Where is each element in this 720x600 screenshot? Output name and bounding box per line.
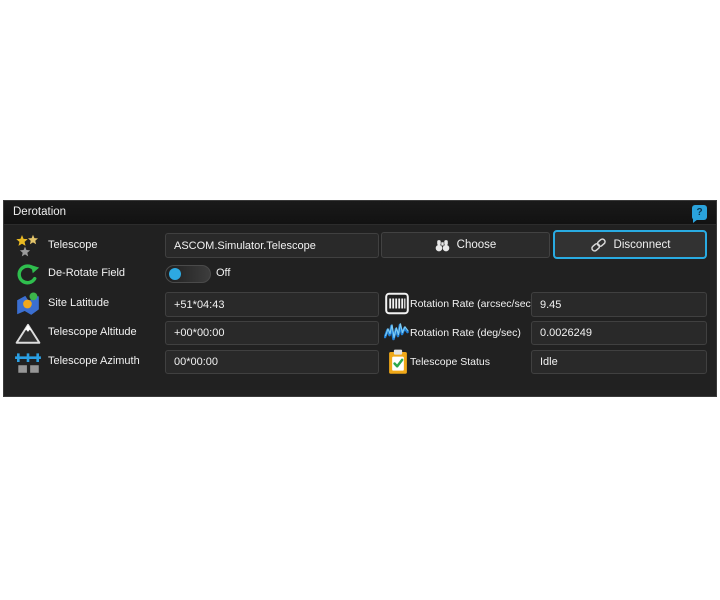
panel-title: Derotation bbox=[13, 206, 66, 218]
telescope-altitude-label: Telescope Altitude bbox=[48, 326, 137, 338]
site-latitude-field[interactable]: +51*04:43 bbox=[165, 292, 379, 317]
map-marker-icon bbox=[15, 291, 41, 317]
rotation-rate-deg-label: Rotation Rate (deg/sec) bbox=[410, 327, 521, 339]
stars-icon bbox=[14, 233, 42, 259]
derotate-field-label: De-Rotate Field bbox=[48, 267, 125, 279]
telescope-status-label: Telescope Status bbox=[410, 356, 490, 368]
rotation-rate-arcsec-field[interactable]: 9.45 bbox=[531, 292, 707, 317]
derotate-toggle[interactable] bbox=[165, 265, 211, 283]
mountain-icon bbox=[15, 321, 41, 345]
derotation-panel: Derotation ? Telescope De-Rotate Field S… bbox=[3, 200, 717, 397]
choose-button-label: Choose bbox=[457, 239, 497, 251]
toggle-knob bbox=[169, 268, 181, 280]
disconnect-button-label: Disconnect bbox=[614, 239, 671, 251]
azimuth-ruler-icon bbox=[14, 350, 42, 374]
barcode-icon bbox=[385, 292, 409, 315]
link-icon bbox=[590, 238, 607, 252]
clipboard-check-icon bbox=[386, 349, 410, 375]
rotation-rate-deg-field[interactable]: 0.0026249 bbox=[531, 321, 707, 345]
rotate-icon bbox=[15, 262, 40, 287]
telescope-altitude-field[interactable]: +00*00:00 bbox=[165, 321, 379, 345]
choose-button[interactable]: Choose bbox=[381, 232, 550, 258]
help-icon[interactable]: ? bbox=[692, 205, 707, 220]
telescope-azimuth-field[interactable]: 00*00:00 bbox=[165, 350, 379, 374]
binoculars-icon bbox=[435, 239, 450, 252]
telescope-label: Telescope bbox=[48, 239, 98, 251]
telescope-status-field[interactable]: Idle bbox=[531, 350, 707, 374]
disconnect-button[interactable]: Disconnect bbox=[553, 230, 707, 259]
panel-titlebar: Derotation ? bbox=[4, 201, 716, 225]
telescope-azimuth-label: Telescope Azimuth bbox=[48, 355, 140, 367]
waveform-icon bbox=[384, 321, 410, 345]
site-latitude-label: Site Latitude bbox=[48, 297, 109, 309]
telescope-driver-field[interactable]: ASCOM.Simulator.Telescope bbox=[165, 233, 379, 258]
derotate-toggle-state: Off bbox=[216, 267, 230, 279]
rotation-rate-arcsec-label: Rotation Rate (arcsec/sec) bbox=[410, 298, 534, 310]
